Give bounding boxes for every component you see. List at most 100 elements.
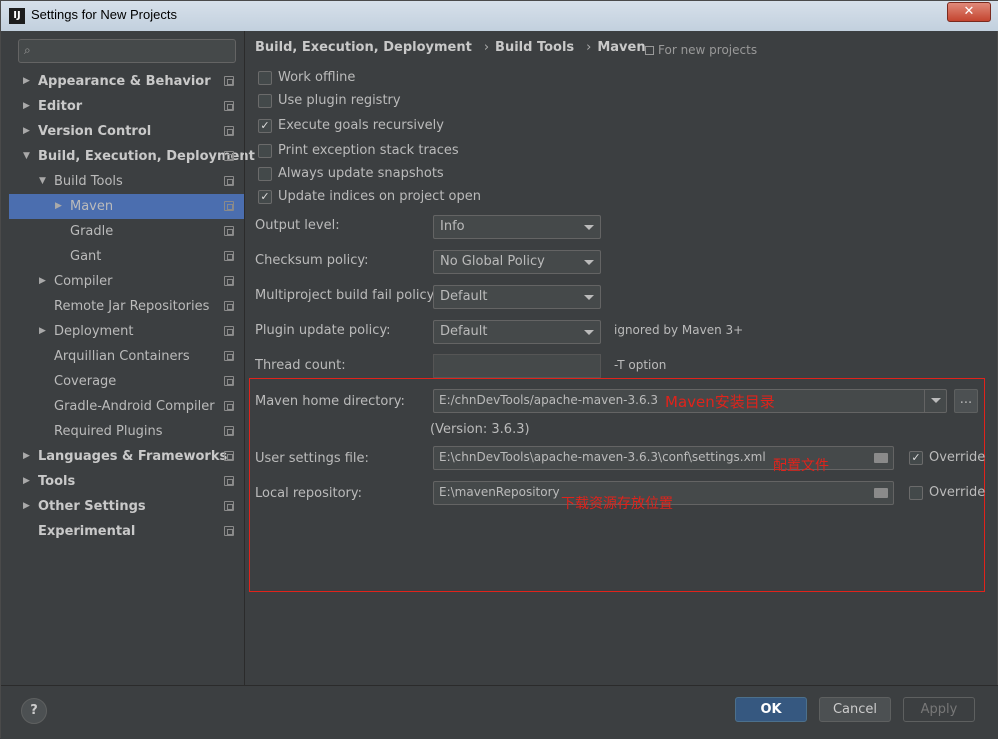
sidebar-item[interactable]: ▼ Build Tools (9, 169, 244, 194)
sidebar-item-label: Other Settings (38, 499, 146, 514)
sidebar-item[interactable]: ▶ Version Control (9, 119, 244, 144)
sidebar-item[interactable]: Gradle (9, 219, 244, 244)
sidebar-item[interactable]: Arquillian Containers (9, 344, 244, 369)
project-settings-icon (224, 376, 234, 386)
sidebar-item-label: Gradle (70, 224, 114, 239)
maven-home-value: E:/chnDevTools/apache-maven-3.6.3 (439, 393, 659, 407)
settings-override-checkbox[interactable]: ✓ (909, 451, 923, 465)
folder-icon[interactable] (874, 453, 888, 463)
breadcrumb-separator: › (586, 40, 592, 55)
project-settings-icon (224, 226, 234, 236)
checkbox-label: Update indices on project open (278, 189, 481, 204)
checksum-policy-label: Checksum policy: (255, 253, 369, 268)
chevron-down-icon (584, 330, 594, 335)
cancel-button[interactable]: Cancel (819, 697, 891, 722)
sidebar-item[interactable]: ▶ Appearance & Behavior (9, 69, 244, 94)
checkbox[interactable] (258, 167, 272, 181)
sidebar-item-label: Remote Jar Repositories (54, 299, 210, 314)
sidebar-item[interactable]: ▼ Build, Execution, Deployment (9, 144, 255, 169)
for-new-projects-note: For new projects (645, 43, 757, 57)
chevron-right-icon[interactable]: ▶ (23, 94, 30, 119)
sidebar-item[interactable]: ▶ Compiler (9, 269, 244, 294)
checkbox[interactable] (258, 71, 272, 85)
sidebar-item[interactable]: Coverage (9, 369, 244, 394)
chevron-down-icon (584, 225, 594, 230)
checksum-policy-select[interactable]: No Global Policy (433, 250, 601, 274)
search-input[interactable]: ⌕ (18, 39, 236, 63)
sidebar-item[interactable]: ▶ Other Settings (9, 494, 244, 519)
browse-button[interactable]: ... (954, 389, 978, 413)
repo-override-checkbox[interactable] (909, 486, 923, 500)
maven-settings-panel: Build, Execution, Deployment › Build Tools… (245, 31, 997, 685)
chevron-right-icon[interactable]: ▶ (23, 119, 30, 144)
breadcrumb-item: Build Tools (495, 40, 575, 55)
thread-count-label: Thread count: (255, 358, 346, 373)
thread-count-input[interactable] (433, 354, 601, 378)
chevron-right-icon[interactable]: ▶ (23, 469, 30, 494)
checkbox[interactable] (258, 144, 272, 158)
sidebar-item-label: Maven (70, 199, 114, 214)
sidebar-item[interactable]: ▶ Languages & Frameworks (9, 444, 244, 469)
sidebar-item-label: Gant (70, 249, 102, 264)
ok-button[interactable]: OK (735, 697, 807, 722)
checkbox-label: Use plugin registry (278, 93, 401, 108)
chevron-right-icon[interactable]: ▶ (55, 194, 62, 219)
sidebar-item[interactable]: Experimental (9, 519, 244, 544)
project-settings-icon (224, 201, 234, 211)
project-settings-icon (224, 526, 234, 536)
multiproject-fail-value: Default (440, 289, 488, 304)
sidebar-item[interactable]: ▶ Maven (9, 194, 244, 219)
chevron-right-icon[interactable]: ▶ (23, 444, 30, 469)
chevron-down-icon[interactable]: ▼ (39, 169, 46, 194)
project-settings-icon (224, 351, 234, 361)
checkbox[interactable] (258, 94, 272, 108)
project-settings-icon (224, 451, 234, 461)
chevron-right-icon[interactable]: ▶ (23, 494, 30, 519)
checkbox[interactable]: ✓ (258, 190, 272, 204)
project-settings-icon (224, 426, 234, 436)
breadcrumb-item: Build, Execution, Deployment (255, 40, 472, 55)
maven-version: (Version: 3.6.3) (430, 422, 530, 437)
chevron-down-icon[interactable]: ▼ (23, 144, 30, 169)
search-icon: ⌕ (24, 43, 31, 57)
chevron-down-icon (584, 260, 594, 265)
repo-override-label: Override (929, 485, 986, 500)
project-settings-icon (224, 151, 234, 161)
settings-dialog: IJ Settings for New Projects ✕ ⌕ ▶ Appear… (0, 0, 998, 739)
plugin-update-value: Default (440, 324, 488, 339)
sidebar-item[interactable]: Required Plugins (9, 419, 244, 444)
sidebar-item[interactable]: Gant (9, 244, 244, 269)
checksum-policy-value: No Global Policy (440, 254, 545, 269)
output-level-select[interactable]: Info (433, 215, 601, 239)
window-title: Settings for New Projects (31, 7, 177, 22)
local-repo-value: E:\mavenRepository (439, 485, 560, 499)
project-settings-icon (224, 476, 234, 486)
close-button[interactable]: ✕ (947, 2, 991, 22)
multiproject-fail-select[interactable]: Default (433, 285, 601, 309)
sidebar-item[interactable]: ▶ Tools (9, 469, 244, 494)
sidebar-item[interactable]: Gradle-Android Compiler (9, 394, 244, 419)
maven-home-dropdown[interactable] (924, 390, 946, 412)
dialog-footer: ? OK Cancel Apply (1, 685, 998, 739)
help-button[interactable]: ? (21, 698, 47, 724)
chevron-right-icon[interactable]: ▶ (39, 319, 46, 344)
project-settings-icon (224, 76, 234, 86)
chevron-right-icon[interactable]: ▶ (23, 69, 30, 94)
project-settings-icon (224, 501, 234, 511)
project-settings-icon (224, 101, 234, 111)
chevron-right-icon[interactable]: ▶ (39, 269, 46, 294)
plugin-update-select[interactable]: Default (433, 320, 601, 344)
checkbox[interactable]: ✓ (258, 119, 272, 133)
folder-icon[interactable] (874, 488, 888, 498)
apply-button[interactable]: Apply (903, 697, 975, 722)
sidebar-item-label: Version Control (38, 124, 152, 139)
sidebar-item-label: Tools (38, 474, 76, 489)
sidebar-item[interactable]: ▶ Editor (9, 94, 244, 119)
project-settings-icon (224, 326, 234, 336)
chevron-down-icon (931, 398, 941, 403)
annotation-repository: 下载资源存放位置 (561, 496, 673, 512)
sidebar-item[interactable]: Remote Jar Repositories (9, 294, 244, 319)
sidebar-item-label: Coverage (54, 374, 117, 389)
sidebar-item[interactable]: ▶ Deployment (9, 319, 244, 344)
user-settings-value: E:\chnDevTools\apache-maven-3.6.3\conf\s… (439, 450, 766, 464)
